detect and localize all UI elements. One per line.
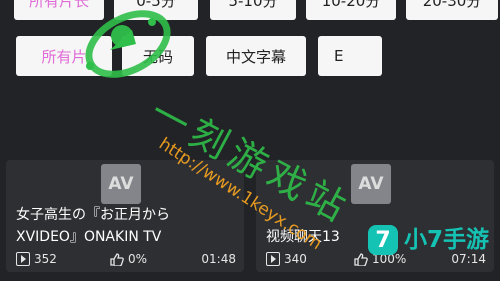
video-duration: 01:48 [201,252,236,266]
filter-chinese-subtitles[interactable]: 中文字幕 [206,36,306,76]
filter-uncensored[interactable]: 无码 [122,36,194,76]
likes-percent: 0% [128,252,148,266]
filter-10-20-min[interactable]: 10-20分 [306,0,396,20]
av-placeholder-icon: AV [101,164,141,204]
video-title: 女子高生の『お正月から XVIDEO』ONAKIN TV [16,204,170,248]
av-placeholder-icon: AV [351,164,391,204]
xiao7-logo-icon: 7 [368,225,398,255]
views-count: 352 [34,252,57,266]
play-icon [266,252,280,266]
video-title-line: 女子高生の『お正月から [16,207,170,223]
video-likes: 0% [110,252,147,266]
views-count: 340 [284,252,307,266]
video-title-line: 视频聊天13 [266,229,340,245]
play-icon [16,252,30,266]
video-views: 352 [16,252,57,266]
thumbs-up-icon [110,252,124,266]
filter-20-30-min[interactable]: 20-30分 [406,0,498,20]
filter-all-tags[interactable]: 所有片 [16,36,112,76]
video-duration: 07:14 [451,252,486,266]
video-title: 视频聊天13 [266,226,340,248]
thumbs-up-icon [354,252,368,266]
filter-more[interactable]: Ε [318,36,382,76]
filter-all-durations[interactable]: 所有片长 [14,0,104,20]
video-title-line: XVIDEO』ONAKIN TV [16,229,162,245]
filter-0-5-min[interactable]: 0-5分 [114,0,198,20]
video-card[interactable]: AV 女子高生の『お正月から XVIDEO』ONAKIN TV 352 0% 0… [6,160,244,272]
video-card[interactable]: AV 视频聊天13 340 100% 07:14 [256,160,494,272]
video-views: 340 [266,252,307,266]
filter-5-10-min[interactable]: 5-10分 [210,0,296,20]
